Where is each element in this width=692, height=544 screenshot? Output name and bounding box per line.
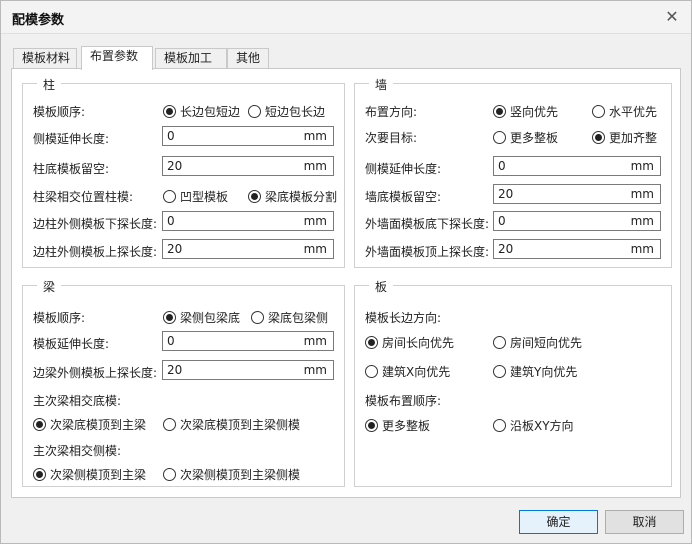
tab-materials[interactable]: 模板材料 xyxy=(13,48,77,69)
beam-outer-upper-label: 边梁外侧模板上探长度: xyxy=(33,366,158,380)
wall-direction-horizontal-radio[interactable]: 水平优先 xyxy=(592,103,657,120)
tab-layout-params[interactable]: 布置参数 xyxy=(81,46,153,70)
slab-layout-order-label: 模板布置顺序: xyxy=(365,394,442,408)
beam-main-side-label: 主次梁相交侧模: xyxy=(33,444,122,458)
cancel-button[interactable]: 取消 xyxy=(605,510,684,534)
wall-direction-label: 布置方向: xyxy=(365,105,418,119)
wall-side-extend-label: 侧模延伸长度: xyxy=(365,162,442,176)
column-order-short-radio[interactable]: 短边包长边 xyxy=(248,103,325,120)
beam-group-title: 梁 xyxy=(37,278,62,295)
radio-unchecked-icon xyxy=(251,311,264,324)
beam-extend-input[interactable]: 0 mm xyxy=(162,331,334,351)
slab-building-y-radio[interactable]: 建筑Y向优先 xyxy=(493,363,577,380)
radio-checked-icon xyxy=(33,468,46,481)
beam-main-bottom-label: 主次梁相交底模: xyxy=(33,394,122,408)
close-icon[interactable]: ✕ xyxy=(662,7,682,27)
tab-other[interactable]: 其他 xyxy=(227,48,269,69)
radio-checked-icon xyxy=(248,190,261,203)
title-bar: 配模参数 ✕ xyxy=(1,1,691,34)
slab-building-x-radio[interactable]: 建筑X向优先 xyxy=(365,363,450,380)
column-outer-upper-label: 边柱外侧模板上探长度: xyxy=(33,245,158,259)
wall-bottom-gap-input[interactable]: 20 mm xyxy=(493,184,661,204)
column-beam-joint-label: 柱梁相交位置柱模: xyxy=(33,190,134,204)
column-group-title: 柱 xyxy=(37,76,62,93)
radio-unchecked-icon xyxy=(493,419,506,432)
tab-panel: 柱 模板顺序: 长边包短边 短边包长边 侧模延伸长度: 0 mm 柱底模板留空: … xyxy=(11,68,681,498)
slab-group-title: 板 xyxy=(369,278,394,295)
wall-outer-lower-label: 外墙面模板底下探长度: xyxy=(365,217,490,231)
radio-checked-icon xyxy=(365,419,378,432)
radio-unchecked-icon xyxy=(248,105,261,118)
column-outer-lower-label: 边柱外侧模板下探长度: xyxy=(33,217,158,231)
beam-main-side-opt2-radio[interactable]: 次梁侧模顶到主梁侧模 xyxy=(163,466,300,483)
column-outer-lower-input[interactable]: 0 mm xyxy=(162,211,334,231)
wall-outer-lower-input[interactable]: 0 mm xyxy=(493,211,661,231)
column-side-extend-input[interactable]: 0 mm xyxy=(162,126,334,146)
radio-checked-icon xyxy=(163,105,176,118)
wall-target-more-radio[interactable]: 更多整板 xyxy=(493,129,558,146)
beam-order-bottom-radio[interactable]: 梁底包梁侧 xyxy=(251,309,328,326)
wall-side-extend-input[interactable]: 0 mm xyxy=(493,156,661,176)
ok-button[interactable]: 确定 xyxy=(519,510,598,534)
radio-unchecked-icon xyxy=(163,468,176,481)
column-outer-upper-input[interactable]: 20 mm xyxy=(162,239,334,259)
radio-checked-icon xyxy=(592,131,605,144)
beam-extend-label: 模板延伸长度: xyxy=(33,337,110,351)
column-order-long-radio[interactable]: 长边包短边 xyxy=(163,103,240,120)
radio-checked-icon xyxy=(33,418,46,431)
window-title: 配模参数 xyxy=(12,13,65,28)
beam-order-side-radio[interactable]: 梁侧包梁底 xyxy=(163,309,240,326)
beam-main-bottom-opt2-radio[interactable]: 次梁底模顶到主梁侧模 xyxy=(163,416,300,433)
slab-layout-more-radio[interactable]: 更多整板 xyxy=(365,417,430,434)
beam-outer-upper-input[interactable]: 20 mm xyxy=(162,360,334,380)
slab-layout-xy-radio[interactable]: 沿板XY方向 xyxy=(493,417,574,434)
beam-order-label: 模板顺序: xyxy=(33,311,86,325)
column-side-extend-label: 侧模延伸长度: xyxy=(33,132,110,146)
column-joint-split-radio[interactable]: 梁底模板分割 xyxy=(248,188,337,205)
radio-unchecked-icon xyxy=(365,365,378,378)
wall-group: 墙 布置方向: 竖向优先 水平优先 次要目标: 更多整板 更加齐整 侧模延伸长度… xyxy=(354,76,672,268)
beam-group: 梁 模板顺序: 梁侧包梁底 梁底包梁侧 模板延伸长度: 0 mm 边梁外侧模板上探… xyxy=(22,278,345,487)
radio-unchecked-icon xyxy=(592,105,605,118)
column-group: 柱 模板顺序: 长边包短边 短边包长边 侧模延伸长度: 0 mm 柱底模板留空: … xyxy=(22,76,345,268)
column-order-label: 模板顺序: xyxy=(33,105,86,119)
column-joint-concave-radio[interactable]: 凹型模板 xyxy=(163,188,228,205)
tab-processing[interactable]: 模板加工 xyxy=(155,48,227,69)
beam-main-side-opt1-radio[interactable]: 次梁侧模顶到主梁 xyxy=(33,466,146,483)
radio-unchecked-icon xyxy=(493,336,506,349)
slab-room-long-radio[interactable]: 房间长向优先 xyxy=(365,334,454,351)
wall-outer-upper-label: 外墙面模板顶上探长度: xyxy=(365,245,490,259)
wall-outer-upper-input[interactable]: 20 mm xyxy=(493,239,661,259)
wall-group-title: 墙 xyxy=(369,76,394,93)
radio-checked-icon xyxy=(163,311,176,324)
wall-direction-vertical-radio[interactable]: 竖向优先 xyxy=(493,103,558,120)
column-bottom-gap-label: 柱底模板留空: xyxy=(33,162,110,176)
radio-checked-icon xyxy=(365,336,378,349)
radio-unchecked-icon xyxy=(163,418,176,431)
dialog-window: 配模参数 ✕ 模板材料 布置参数 模板加工 其他 柱 模板顺序: 长边包短边 短… xyxy=(0,0,692,544)
column-bottom-gap-input[interactable]: 20 mm xyxy=(162,156,334,176)
slab-group: 板 模板长边方向: 房间长向优先 房间短向优先 建筑X向优先 建筑Y向优先 模板… xyxy=(354,278,672,487)
radio-checked-icon xyxy=(493,105,506,118)
wall-bottom-gap-label: 墙底模板留空: xyxy=(365,190,442,204)
wall-target-label: 次要目标: xyxy=(365,131,418,145)
radio-unchecked-icon xyxy=(163,190,176,203)
radio-unchecked-icon xyxy=(493,131,506,144)
radio-unchecked-icon xyxy=(493,365,506,378)
beam-main-bottom-opt1-radio[interactable]: 次梁底模顶到主梁 xyxy=(33,416,146,433)
slab-room-short-radio[interactable]: 房间短向优先 xyxy=(493,334,582,351)
slab-long-dir-label: 模板长边方向: xyxy=(365,311,442,325)
wall-target-neat-radio[interactable]: 更加齐整 xyxy=(592,129,657,146)
